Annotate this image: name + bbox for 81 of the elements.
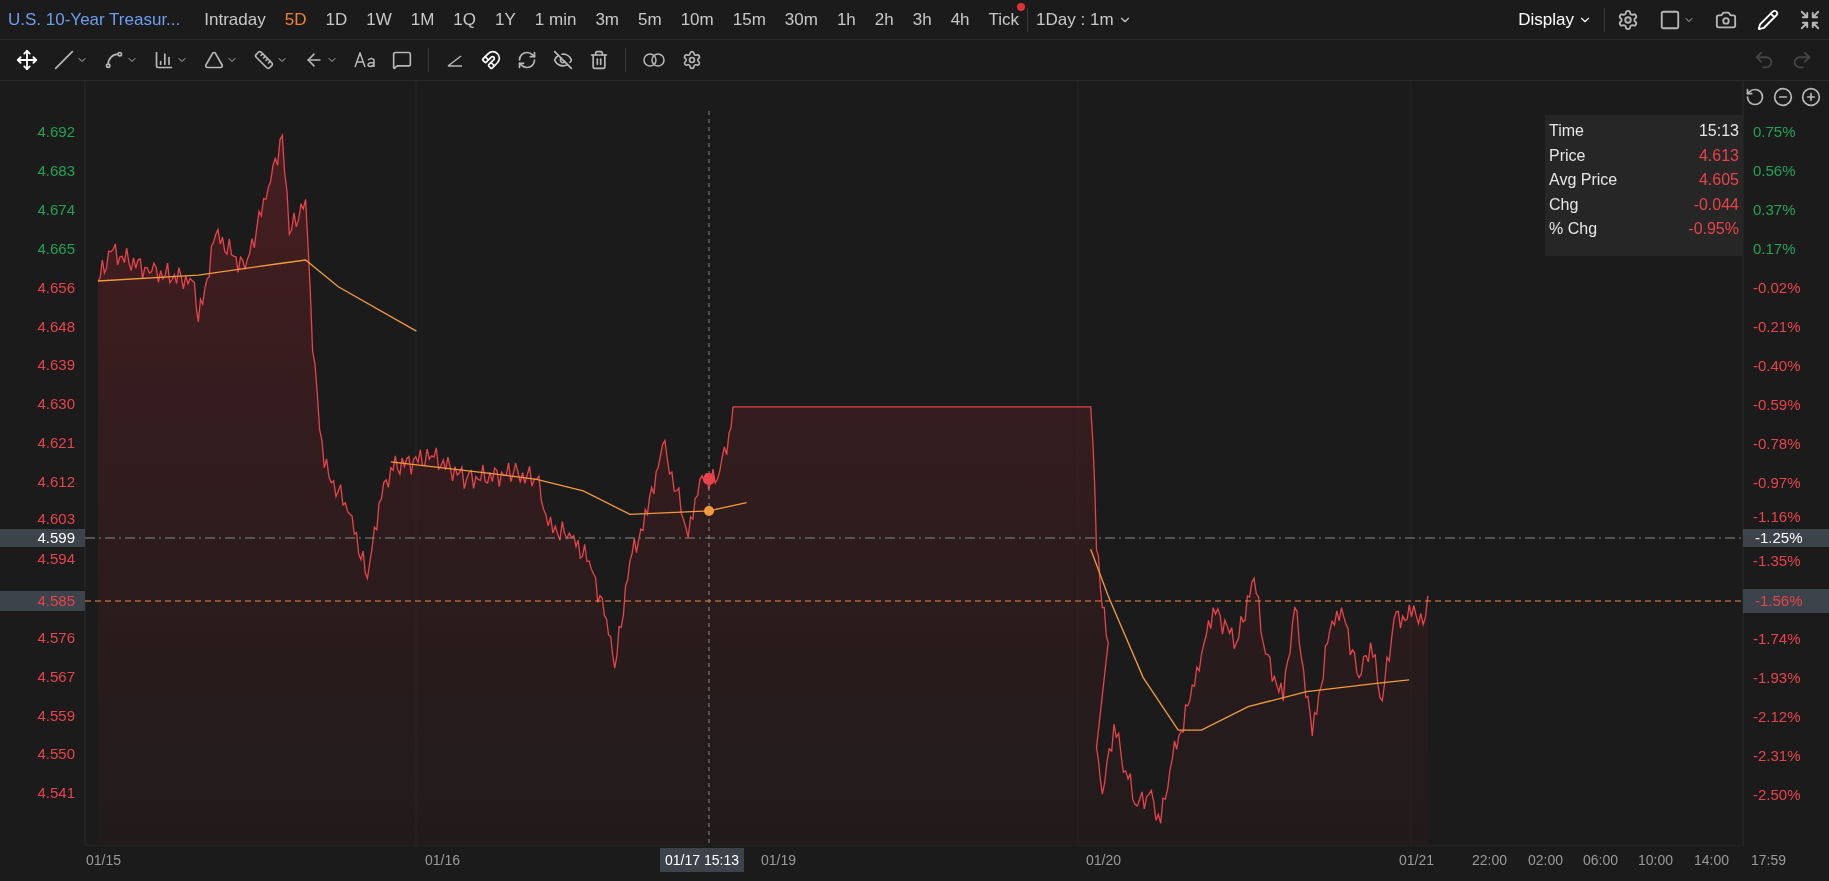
period-tab[interactable]: 1Q bbox=[453, 6, 476, 33]
info-label: % Chg bbox=[1549, 219, 1598, 239]
time-axis-label: 01/15 bbox=[86, 851, 122, 869]
period-tab[interactable]: 5m bbox=[638, 6, 662, 33]
price-axis-label: 4.621 bbox=[37, 434, 75, 453]
info-value: 4.613 bbox=[1698, 145, 1739, 166]
percent-axis-label: -0.78% bbox=[1753, 435, 1801, 453]
period-tab[interactable]: 4h bbox=[950, 6, 970, 33]
display-dropdown[interactable]: Display bbox=[1518, 6, 1592, 33]
price-axis-label: 4.559 bbox=[37, 706, 75, 725]
period-tab[interactable]: 2h bbox=[874, 6, 894, 33]
time-axis-label: 01/16 bbox=[425, 851, 461, 869]
price-axis-label: 4.665 bbox=[37, 239, 75, 258]
percent-axis-label: -0.02% bbox=[1753, 279, 1801, 297]
info-value: -0.95% bbox=[1688, 219, 1739, 239]
crosshair-price-label: 4.599 bbox=[0, 529, 85, 547]
last-percent-label: -1.56% bbox=[1743, 589, 1829, 613]
info-value: 4.605 bbox=[1698, 170, 1739, 190]
info-label: Chg bbox=[1549, 194, 1579, 215]
time-axis-label: 06:00 bbox=[1583, 851, 1619, 869]
percent-axis-label: 0.17% bbox=[1753, 240, 1796, 258]
percent-axis-label: -0.97% bbox=[1753, 474, 1801, 492]
price-axis-label: 4.692 bbox=[37, 123, 75, 141]
percent-axis-label: -2.12% bbox=[1753, 708, 1801, 726]
instrument-title[interactable]: U.S. 10-Year Treasur... bbox=[8, 6, 181, 33]
time-axis-label: 14:00 bbox=[1694, 851, 1730, 869]
price-axis-label: 4.550 bbox=[37, 745, 75, 764]
info-label: Price bbox=[1549, 145, 1586, 166]
info-label: Time bbox=[1549, 121, 1584, 141]
percent-axis-label: -0.59% bbox=[1753, 396, 1801, 414]
crosshair-percent-label: -1.25% bbox=[1743, 529, 1829, 547]
percent-axis-label: -1.74% bbox=[1753, 630, 1801, 648]
period-tab[interactable]: 1Y bbox=[495, 6, 516, 33]
period-tab[interactable]: 10m bbox=[680, 6, 714, 33]
percent-axis-label: -0.21% bbox=[1753, 318, 1801, 336]
period-tab[interactable]: 15m bbox=[732, 6, 766, 33]
time-axis-label: 01/20 bbox=[1086, 851, 1122, 869]
percent-axis-label: -2.31% bbox=[1753, 747, 1801, 765]
time-axis-label: 10:00 bbox=[1638, 851, 1674, 869]
period-tab[interactable]: Tick bbox=[988, 6, 1020, 33]
price-axis-label: 4.576 bbox=[37, 629, 75, 647]
period-tab[interactable]: Intraday bbox=[204, 6, 266, 33]
price-axis-label: 4.567 bbox=[37, 667, 75, 686]
info-value: 15:13 bbox=[1698, 121, 1739, 141]
percent-axis-label: -1.35% bbox=[1753, 552, 1801, 570]
percent-axis-label: 0.56% bbox=[1753, 162, 1796, 180]
period-tab[interactable]: 30m bbox=[784, 6, 818, 33]
period-tab[interactable]: 1M bbox=[410, 6, 435, 33]
percent-axis-label: -1.93% bbox=[1753, 669, 1801, 687]
last-price-label: 4.585 bbox=[0, 591, 85, 611]
period-tab[interactable]: 1 min bbox=[534, 6, 577, 33]
percent-axis-label: 0.75% bbox=[1753, 123, 1796, 141]
price-axis-label: 4.630 bbox=[37, 395, 75, 414]
time-axis-label: 01/19 bbox=[761, 851, 797, 869]
period-tab[interactable]: 5D bbox=[284, 6, 307, 33]
period-tab[interactable]: 3h bbox=[912, 6, 932, 33]
price-axis-label: 4.674 bbox=[37, 200, 75, 219]
time-axis-label: 17:59 bbox=[1751, 851, 1787, 869]
period-tab[interactable]: 3m bbox=[595, 6, 619, 33]
time-axis-label: 22:00 bbox=[1472, 851, 1508, 869]
time-axis-label: 02:00 bbox=[1528, 851, 1564, 869]
period-tab[interactable]: 1W bbox=[366, 6, 392, 33]
percent-axis-label: -2.50% bbox=[1753, 786, 1801, 804]
crosshair-time-label: 01/17 15:13 bbox=[660, 848, 744, 872]
percent-axis-label: -1.16% bbox=[1753, 508, 1801, 526]
time-axis-label: 01/21 bbox=[1399, 851, 1435, 869]
period-tab[interactable]: 1h bbox=[836, 6, 856, 33]
percent-axis-label: -0.40% bbox=[1753, 357, 1801, 375]
price-axis-label: 4.648 bbox=[37, 317, 75, 336]
price-axis-label: 4.541 bbox=[37, 784, 75, 802]
info-label: Avg Price bbox=[1549, 170, 1618, 190]
price-axis-label: 4.656 bbox=[37, 278, 75, 297]
period-tab[interactable]: 1D bbox=[325, 6, 348, 33]
price-axis-label: 4.683 bbox=[37, 161, 75, 180]
interval-dropdown[interactable]: 1Day : 1m bbox=[1036, 6, 1132, 33]
info-value: -0.044 bbox=[1693, 194, 1739, 215]
price-axis-label: 4.594 bbox=[37, 550, 75, 568]
percent-axis-label: 0.37% bbox=[1753, 201, 1796, 219]
price-axis-label: 4.612 bbox=[37, 473, 75, 492]
price-axis-label: 4.603 bbox=[37, 510, 75, 528]
price-axis-label: 4.639 bbox=[37, 356, 75, 375]
